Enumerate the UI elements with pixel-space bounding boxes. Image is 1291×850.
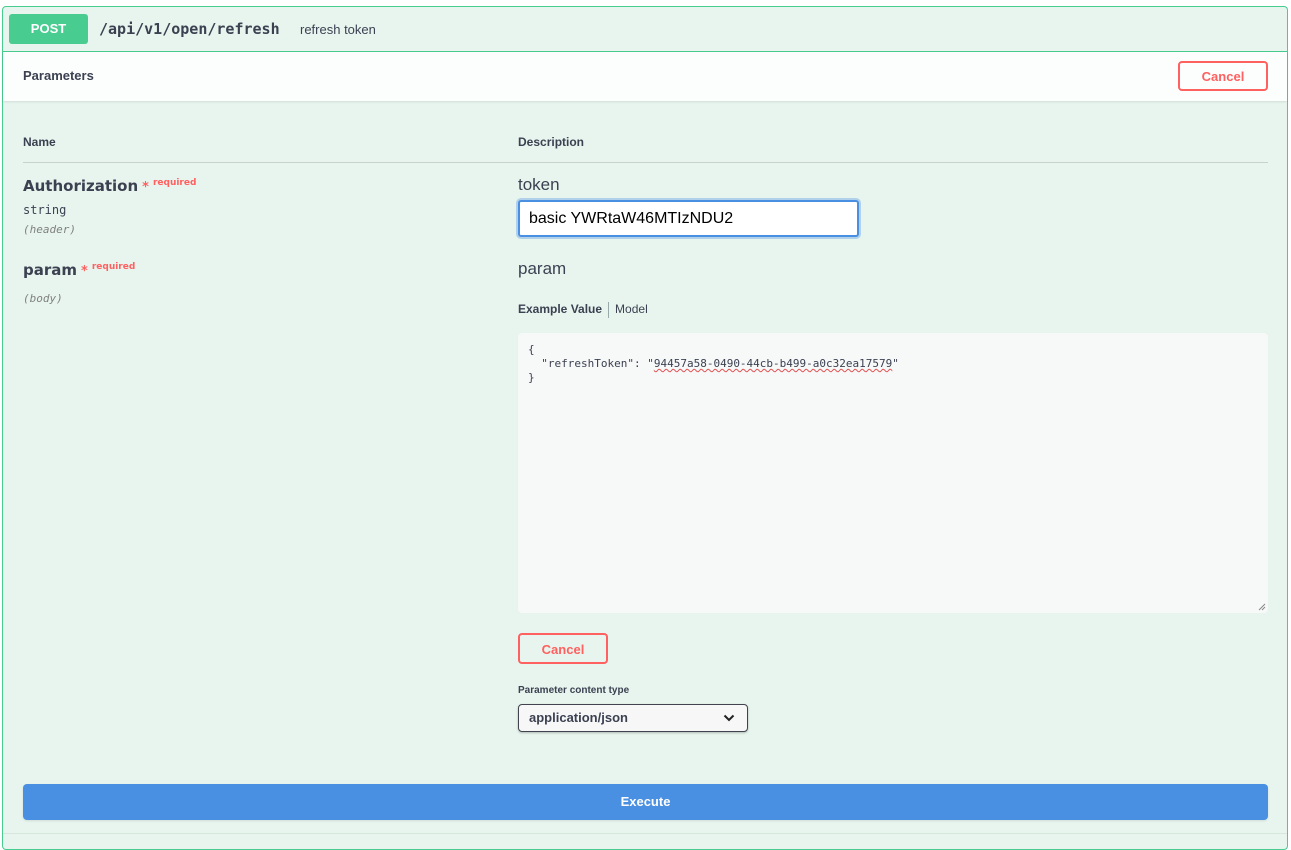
- method-badge: POST: [9, 14, 88, 44]
- parameters-title: Parameters: [23, 68, 94, 83]
- required-star: *: [81, 264, 88, 279]
- body-line-2-value: 94457a58-0490-44cb-b499-a0c32ea17579: [653, 357, 893, 370]
- required-label: required: [91, 262, 136, 272]
- parameters-header: Parameters Cancel: [3, 52, 1287, 101]
- required-label: required: [152, 178, 197, 188]
- body-line-2-suffix: ": [892, 357, 899, 370]
- operation-summary[interactable]: POST /api/v1/open/refresh refresh token: [3, 7, 1287, 52]
- param-authorization-description: token: [518, 175, 560, 194]
- tab-example-value[interactable]: Example Value: [518, 302, 602, 316]
- resize-handle-icon[interactable]: [1258, 603, 1266, 611]
- body-line-2-prefix: "refreshToken": ": [528, 357, 654, 370]
- param-name-text: param: [23, 261, 78, 279]
- param-name-text: Authorization: [23, 177, 139, 195]
- table-divider: [23, 162, 1268, 163]
- body-line-3: }: [528, 371, 535, 384]
- content-type-label: Parameter content type: [518, 685, 630, 696]
- required-star: *: [142, 180, 149, 195]
- body-line-1: {: [528, 343, 535, 356]
- tab-separator: [608, 302, 610, 318]
- content-type-select[interactable]: application/json: [518, 704, 748, 732]
- description-column-header: Description: [518, 135, 585, 149]
- param-authorization-name: Authorization * required: [23, 177, 196, 195]
- body-cancel-button[interactable]: Cancel: [518, 633, 608, 664]
- operation-path: /api/v1/open/refresh: [99, 20, 280, 38]
- authorization-input[interactable]: [518, 200, 859, 237]
- request-body-textarea[interactable]: { "refreshToken": "94457a58-0490-44cb-b4…: [518, 333, 1268, 613]
- param-body-name: param * required: [23, 261, 135, 279]
- content-type-value: application/json: [529, 710, 628, 725]
- operation-summary-text: refresh token: [300, 22, 376, 37]
- name-column-header: Name: [23, 135, 56, 149]
- param-authorization-location: (header): [23, 223, 76, 236]
- execute-button[interactable]: Execute: [23, 784, 1268, 820]
- chevron-down-icon: [723, 714, 735, 722]
- operation-block: POST /api/v1/open/refresh refresh token …: [2, 6, 1288, 850]
- cancel-try-out-button[interactable]: Cancel: [1178, 61, 1268, 91]
- param-authorization-type: string: [23, 203, 67, 217]
- body-tabs: Example Value Model: [518, 302, 648, 318]
- bottom-divider: [3, 833, 1287, 834]
- param-body-location: (body): [23, 292, 63, 305]
- tab-model[interactable]: Model: [615, 302, 648, 316]
- param-body-description: param: [518, 259, 567, 278]
